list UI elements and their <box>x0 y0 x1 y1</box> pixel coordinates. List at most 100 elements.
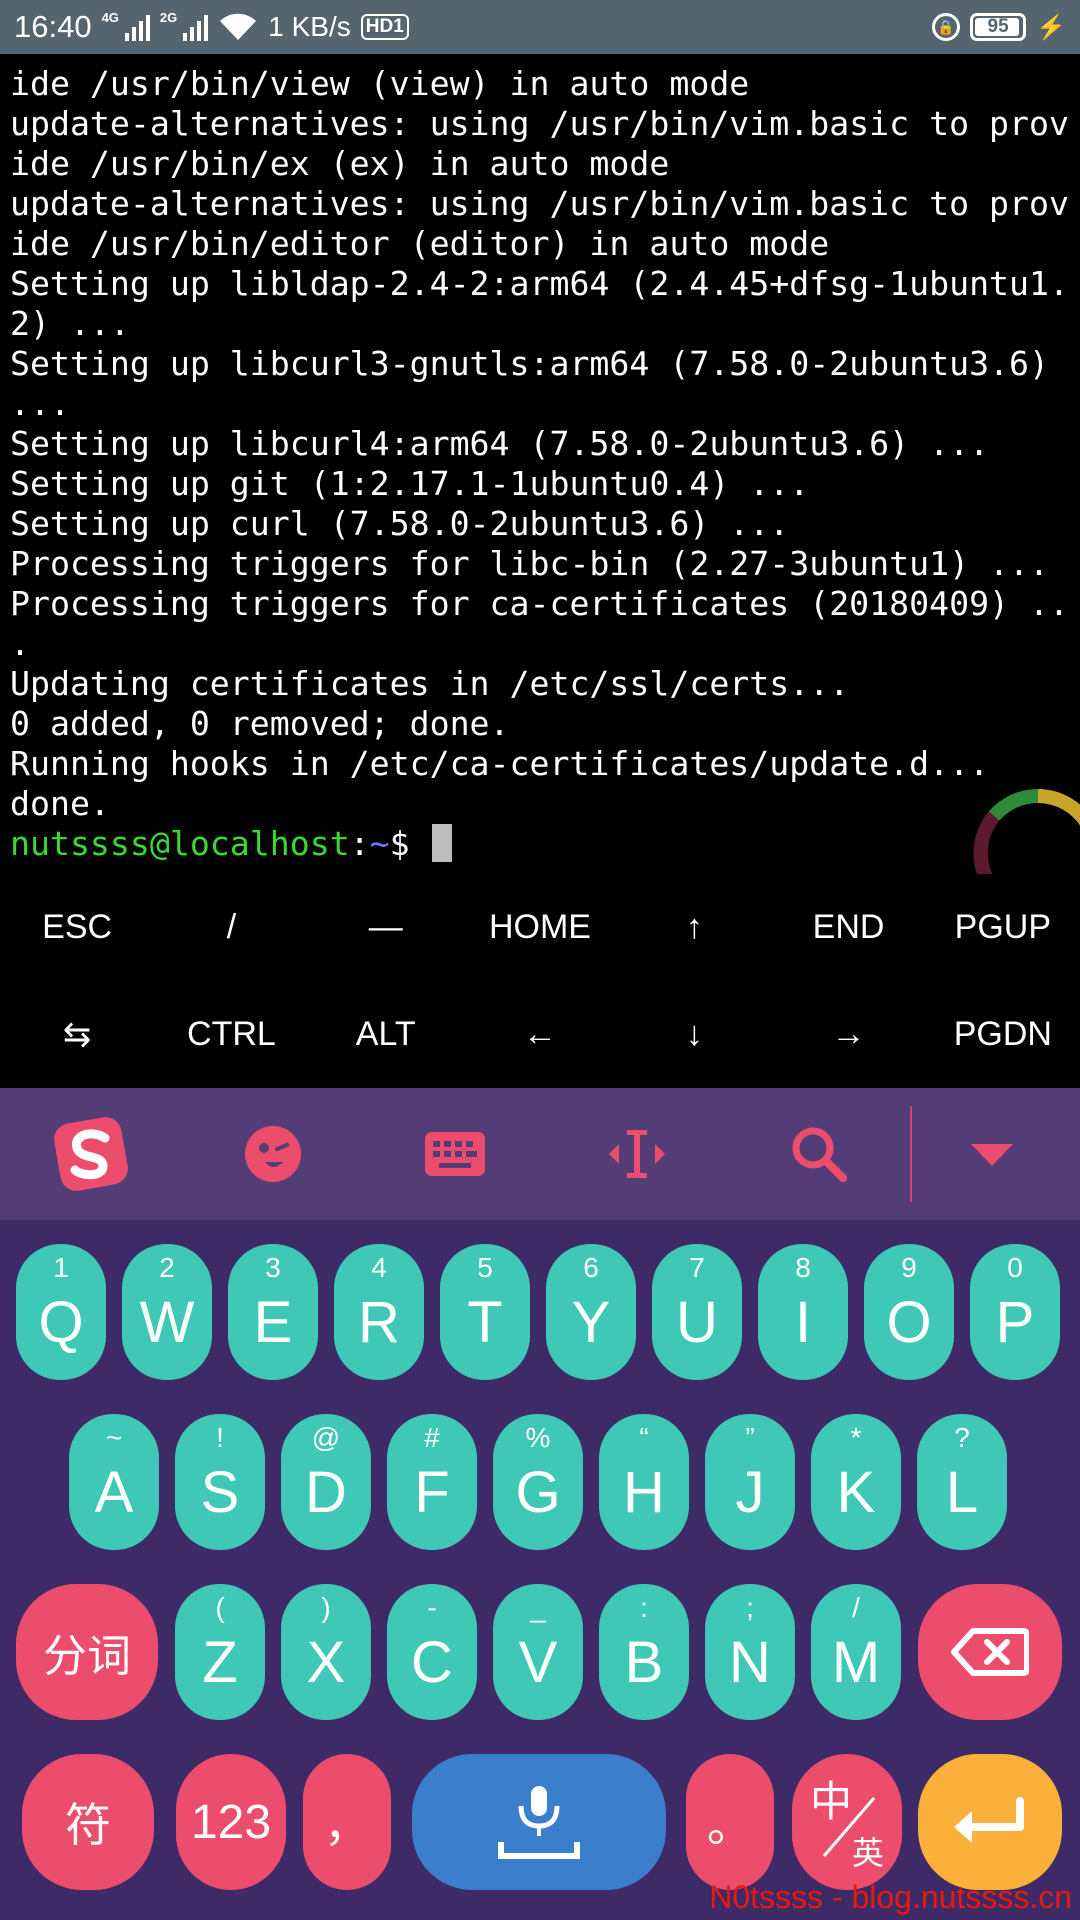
key-pgup[interactable]: PGUP <box>926 874 1080 981</box>
key-u[interactable]: 7U <box>652 1244 742 1380</box>
cursor-move-button[interactable] <box>546 1088 728 1220</box>
emoji-button[interactable] <box>182 1088 364 1220</box>
sogou-logo-button[interactable] <box>0 1088 182 1220</box>
terminal-line: Updating certificates in /etc/ssl/certs.… <box>10 664 850 703</box>
key-main-label: B <box>624 1630 664 1695</box>
key-s[interactable]: ! S <box>175 1414 265 1550</box>
language-switch-key[interactable]: 中 英 <box>792 1754 902 1890</box>
terminal-line: 0 added, 0 removed; done. <box>10 704 510 743</box>
terminal-line: update-alternatives: using /usr/bin/vim.… <box>10 184 1069 223</box>
prompt-colon: : <box>349 824 370 863</box>
sogou-logo-icon <box>54 1117 128 1191</box>
terminal-line: done. <box>10 784 110 823</box>
key-main-label: C <box>411 1630 453 1695</box>
key-j[interactable]: ” J <box>705 1414 795 1550</box>
key-main-label: O <box>886 1290 932 1355</box>
key-g[interactable]: % G <box>493 1414 583 1550</box>
key-left[interactable]: ← <box>463 981 617 1088</box>
key-a[interactable]: ~ A <box>69 1414 159 1550</box>
prompt-path: ~ <box>369 824 390 863</box>
key-main-label: N <box>729 1630 771 1695</box>
extra-keys-row-1: ESC / — HOME ↑ END PGUP <box>0 874 1080 981</box>
backspace-key[interactable] <box>918 1584 1062 1720</box>
key-sub-label: 9 <box>901 1252 917 1283</box>
lang-zh-label: 中 <box>810 1777 852 1826</box>
key-z[interactable]: (Z <box>175 1584 265 1720</box>
key-k[interactable]: * K <box>811 1414 901 1550</box>
comma-key[interactable]: ， <box>303 1754 391 1890</box>
chevron-down-icon <box>971 1144 1013 1166</box>
key-alt[interactable]: ALT <box>309 981 463 1088</box>
period-key[interactable]: 。 <box>686 1754 774 1890</box>
key-c[interactable]: -C <box>387 1584 477 1720</box>
terminal-line: ide /usr/bin/editor (editor) in auto mod… <box>10 224 830 263</box>
key-pgdn[interactable]: PGDN <box>926 981 1080 1088</box>
key-r[interactable]: 4R <box>334 1244 424 1380</box>
key-down[interactable]: ↓ <box>617 981 771 1088</box>
key-i[interactable]: 8I <box>758 1244 848 1380</box>
key-e[interactable]: 3E <box>228 1244 318 1380</box>
emoji-wink-icon <box>245 1126 301 1182</box>
key-main-label: J <box>735 1460 765 1525</box>
backspace-icon <box>951 1628 1029 1676</box>
key-right[interactable]: → <box>771 981 925 1088</box>
terminal-line: Setting up libcurl3-gnutls:arm64 (7.58.0… <box>10 344 1049 383</box>
key-q[interactable]: 1Q <box>16 1244 106 1380</box>
key-sub-label: ( <box>215 1592 225 1623</box>
text-cursor <box>431 824 452 862</box>
key-sub-label: 2 <box>159 1252 175 1283</box>
terminal-output[interactable]: ide /usr/bin/view (view) in auto mode up… <box>0 54 1080 874</box>
key-m[interactable]: / M <box>811 1584 901 1720</box>
key-h[interactable]: “H <box>599 1414 689 1550</box>
status-time: 16:40 <box>14 9 92 44</box>
key-main-label: R <box>358 1290 400 1355</box>
key-x[interactable]: ) X <box>281 1584 371 1720</box>
terminal-line: Processing triggers for libc-bin (2.27-3… <box>10 544 1049 583</box>
key-main-label: D <box>305 1460 347 1525</box>
terminal-line: Setting up libldap-2.4-2:arm64 (2.4.45+d… <box>10 264 1069 303</box>
key-n[interactable]: ; N <box>705 1584 795 1720</box>
key-l[interactable]: ? L <box>917 1414 1007 1550</box>
key-f[interactable]: # F <box>387 1414 477 1550</box>
search-button[interactable] <box>728 1088 910 1220</box>
status-bar: 16:40 4G 2G 1 KB/s HD1 🔒 95 ⚡ <box>0 0 1080 54</box>
key-main-label: G <box>515 1460 561 1525</box>
key-ctrl[interactable]: CTRL <box>154 981 308 1088</box>
enter-key[interactable] <box>918 1754 1062 1890</box>
language-switch-graphic: 中 英 <box>810 1777 884 1872</box>
key-end[interactable]: END <box>771 874 925 981</box>
rotation-lock-icon: 🔒 <box>932 13 961 41</box>
key-slash[interactable]: / <box>154 874 308 981</box>
key-main-label: Y <box>571 1290 611 1355</box>
key-y[interactable]: 6Y <box>546 1244 636 1380</box>
key-t[interactable]: 5T <box>440 1244 530 1380</box>
key-sub-label: - <box>427 1592 437 1623</box>
numbers-key[interactable]: 123 <box>176 1754 286 1890</box>
key-tab[interactable]: ⇆ <box>0 981 154 1088</box>
key-o[interactable]: 9O <box>864 1244 954 1380</box>
terminal-line: Setting up curl (7.58.0-2ubuntu3.6) ... <box>10 504 790 543</box>
key-up[interactable]: ↑ <box>617 874 771 981</box>
key-d[interactable]: @ D <box>281 1414 371 1550</box>
key-sub-label: @ <box>311 1422 341 1453</box>
key-sub-label: 5 <box>477 1252 493 1283</box>
key-w[interactable]: 2W <box>122 1244 212 1380</box>
enter-arrow-icon <box>954 1797 1024 1843</box>
key-sub-label: ; <box>746 1592 754 1623</box>
key-b[interactable]: :B <box>599 1584 689 1720</box>
symbols-key[interactable]: 符 <box>22 1754 154 1890</box>
fenci-key[interactable]: 分词 <box>16 1584 158 1720</box>
key-esc[interactable]: ESC <box>0 874 154 981</box>
terminal-line: 2) ... <box>10 304 130 343</box>
key-main-label: L <box>945 1460 979 1525</box>
space-voice-key[interactable] <box>412 1754 666 1890</box>
key-main-label: F <box>414 1460 450 1525</box>
hide-keyboard-button[interactable] <box>912 1088 1072 1220</box>
key-p[interactable]: 0P <box>970 1244 1060 1380</box>
key-home[interactable]: HOME <box>463 874 617 981</box>
keyboard-switch-button[interactable] <box>364 1088 546 1220</box>
terminal-line: Setting up libcurl4:arm64 (7.58.0-2ubunt… <box>10 424 990 463</box>
key-dash[interactable]: — <box>309 874 463 981</box>
key-v[interactable]: _ V <box>493 1584 583 1720</box>
ime-toolbar <box>0 1088 1080 1220</box>
